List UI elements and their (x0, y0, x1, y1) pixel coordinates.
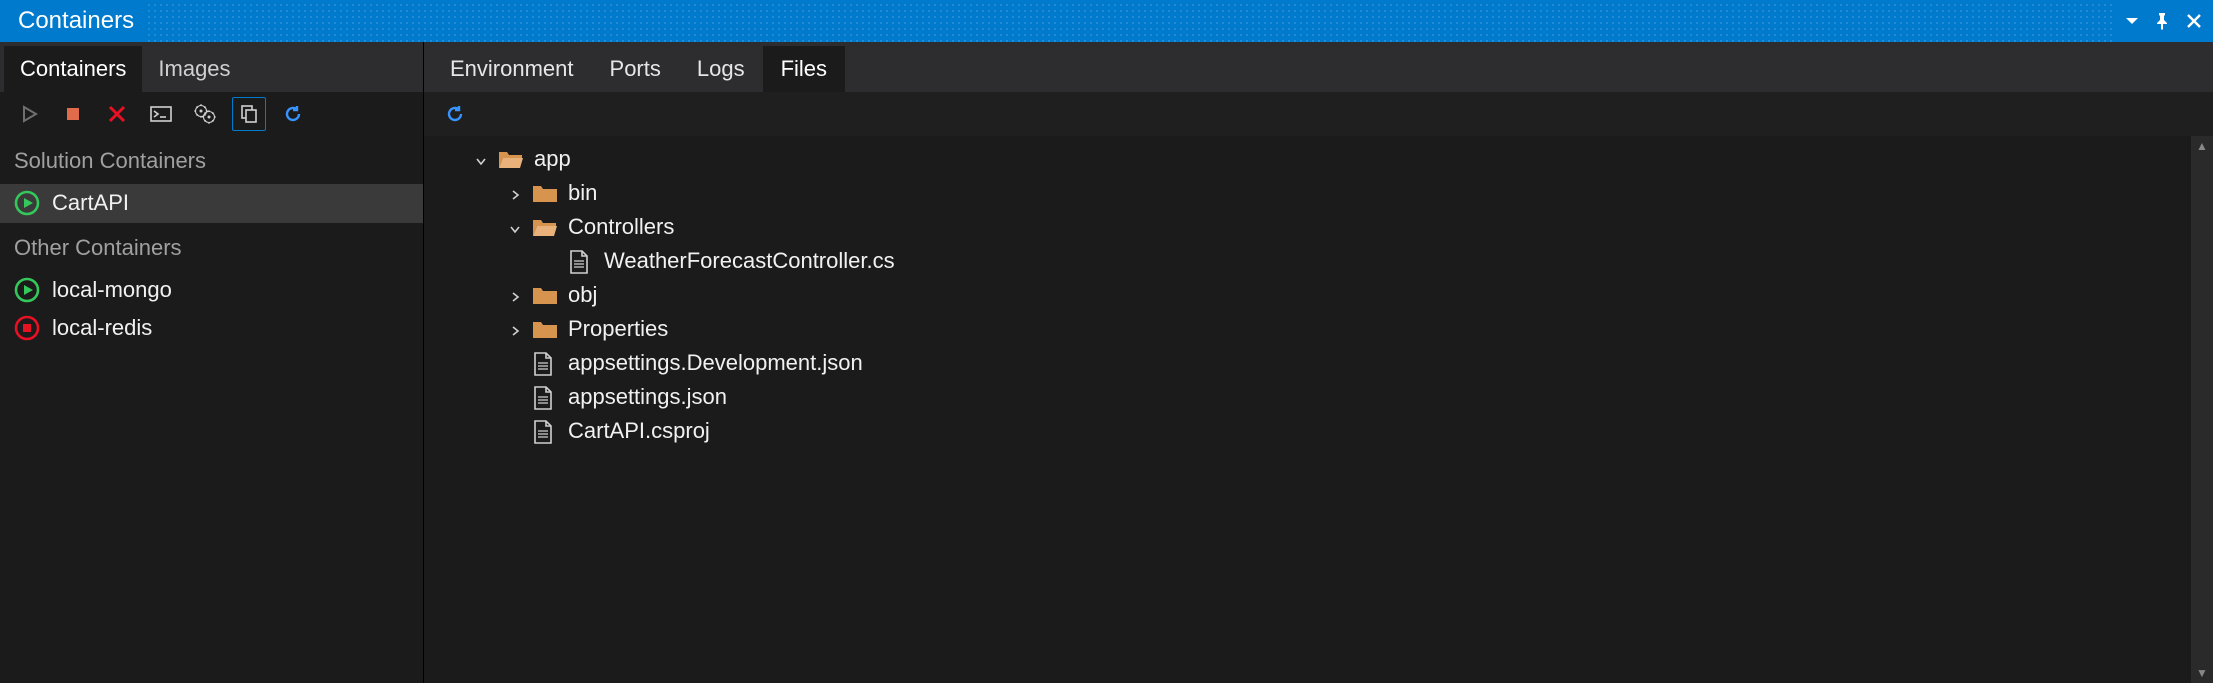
folder-open-icon (532, 216, 558, 238)
containers-tool-window: Containers Containers Images (0, 0, 2213, 683)
tree-row[interactable]: appsettings.json (424, 380, 2191, 414)
copy-button[interactable] (232, 97, 266, 131)
file-icon (568, 250, 594, 272)
file-tree[interactable]: app bin Controllers WeatherForecastControl… (424, 136, 2191, 683)
tree-label: Properties (568, 316, 668, 342)
titlebar-controls (2125, 12, 2203, 30)
tree-label: bin (568, 180, 597, 206)
settings-button[interactable] (188, 97, 222, 131)
stop-button[interactable] (56, 97, 90, 131)
stop-icon (14, 315, 40, 341)
tab-logs[interactable]: Logs (679, 46, 763, 92)
tree-row[interactable]: CartAPI.csproj (424, 414, 2191, 448)
tree-row[interactable]: app (424, 142, 2191, 176)
tab-label: Containers (20, 56, 126, 81)
play-icon (14, 190, 40, 216)
titlebar-title: Containers (18, 7, 134, 35)
file-icon (532, 352, 558, 374)
file-tree-wrap: app bin Controllers WeatherForecastControl… (424, 136, 2213, 683)
tab-label: Environment (450, 56, 574, 81)
tab-label: Images (158, 56, 230, 81)
container-item-local-redis[interactable]: local-redis (0, 309, 423, 347)
tab-label: Logs (697, 56, 745, 81)
main-area: Containers Images (0, 42, 2213, 683)
titlebar: Containers (0, 0, 2213, 42)
tree-label: app (534, 146, 571, 172)
tree-row[interactable]: obj (424, 278, 2191, 312)
scroll-down-icon[interactable]: ▼ (2191, 663, 2213, 683)
tab-images[interactable]: Images (142, 46, 246, 92)
tree-label: appsettings.Development.json (568, 350, 863, 376)
tree-label: obj (568, 282, 597, 308)
group-header-other: Other Containers (0, 222, 423, 271)
refresh-button[interactable] (276, 97, 310, 131)
titlebar-grip[interactable] (146, 0, 2113, 42)
chevron-right-icon[interactable] (508, 282, 522, 308)
tree-label: CartAPI.csproj (568, 418, 710, 444)
tree-row[interactable]: appsettings.Development.json (424, 346, 2191, 380)
pin-icon[interactable] (2153, 12, 2171, 30)
right-tabstrip: Environment Ports Logs Files (424, 42, 2213, 92)
container-item-cartapi[interactable]: CartAPI (0, 184, 423, 222)
file-icon (532, 386, 558, 408)
containers-list: Solution Containers CartAPI Other Contai… (0, 136, 423, 683)
play-icon (14, 277, 40, 303)
tab-containers[interactable]: Containers (4, 46, 142, 92)
left-panel: Containers Images (0, 42, 424, 683)
vertical-scrollbar[interactable]: ▲ ▼ (2191, 136, 2213, 683)
folder-icon (532, 318, 558, 340)
container-item-local-mongo[interactable]: local-mongo (0, 271, 423, 309)
remove-button[interactable] (100, 97, 134, 131)
chevron-right-icon[interactable] (508, 180, 522, 206)
folder-icon (532, 182, 558, 204)
refresh-files-button[interactable] (438, 97, 472, 131)
tree-row[interactable]: Properties (424, 312, 2191, 346)
terminal-button[interactable] (144, 97, 178, 131)
close-icon[interactable] (2185, 12, 2203, 30)
chevron-down-icon[interactable] (474, 146, 488, 172)
tree-label: WeatherForecastController.cs (604, 248, 895, 274)
file-icon (532, 420, 558, 442)
start-button[interactable] (12, 97, 46, 131)
folder-open-icon (498, 148, 524, 170)
right-panel: Environment Ports Logs Files appbinContr (424, 42, 2213, 683)
tab-label: Ports (610, 56, 661, 81)
tree-row[interactable]: WeatherForecastController.cs (424, 244, 2191, 278)
tab-environment[interactable]: Environment (432, 46, 592, 92)
scroll-up-icon[interactable]: ▲ (2191, 136, 2213, 156)
tree-label: appsettings.json (568, 384, 727, 410)
container-name: CartAPI (52, 190, 129, 216)
container-name: local-redis (52, 315, 152, 341)
left-toolbar (0, 92, 423, 136)
chevron-down-icon[interactable] (508, 214, 522, 240)
tree-row[interactable]: Controllers (424, 210, 2191, 244)
chevron-right-icon[interactable] (508, 316, 522, 342)
folder-icon (532, 284, 558, 306)
tree-row[interactable]: bin (424, 176, 2191, 210)
tree-label: Controllers (568, 214, 674, 240)
group-header-solution: Solution Containers (0, 136, 423, 184)
tab-files[interactable]: Files (763, 46, 845, 92)
dropdown-icon[interactable] (2125, 14, 2139, 28)
container-name: local-mongo (52, 277, 172, 303)
tab-label: Files (781, 56, 827, 81)
right-toolbar (424, 92, 2213, 136)
left-tabstrip: Containers Images (0, 42, 423, 92)
tab-ports[interactable]: Ports (592, 46, 679, 92)
